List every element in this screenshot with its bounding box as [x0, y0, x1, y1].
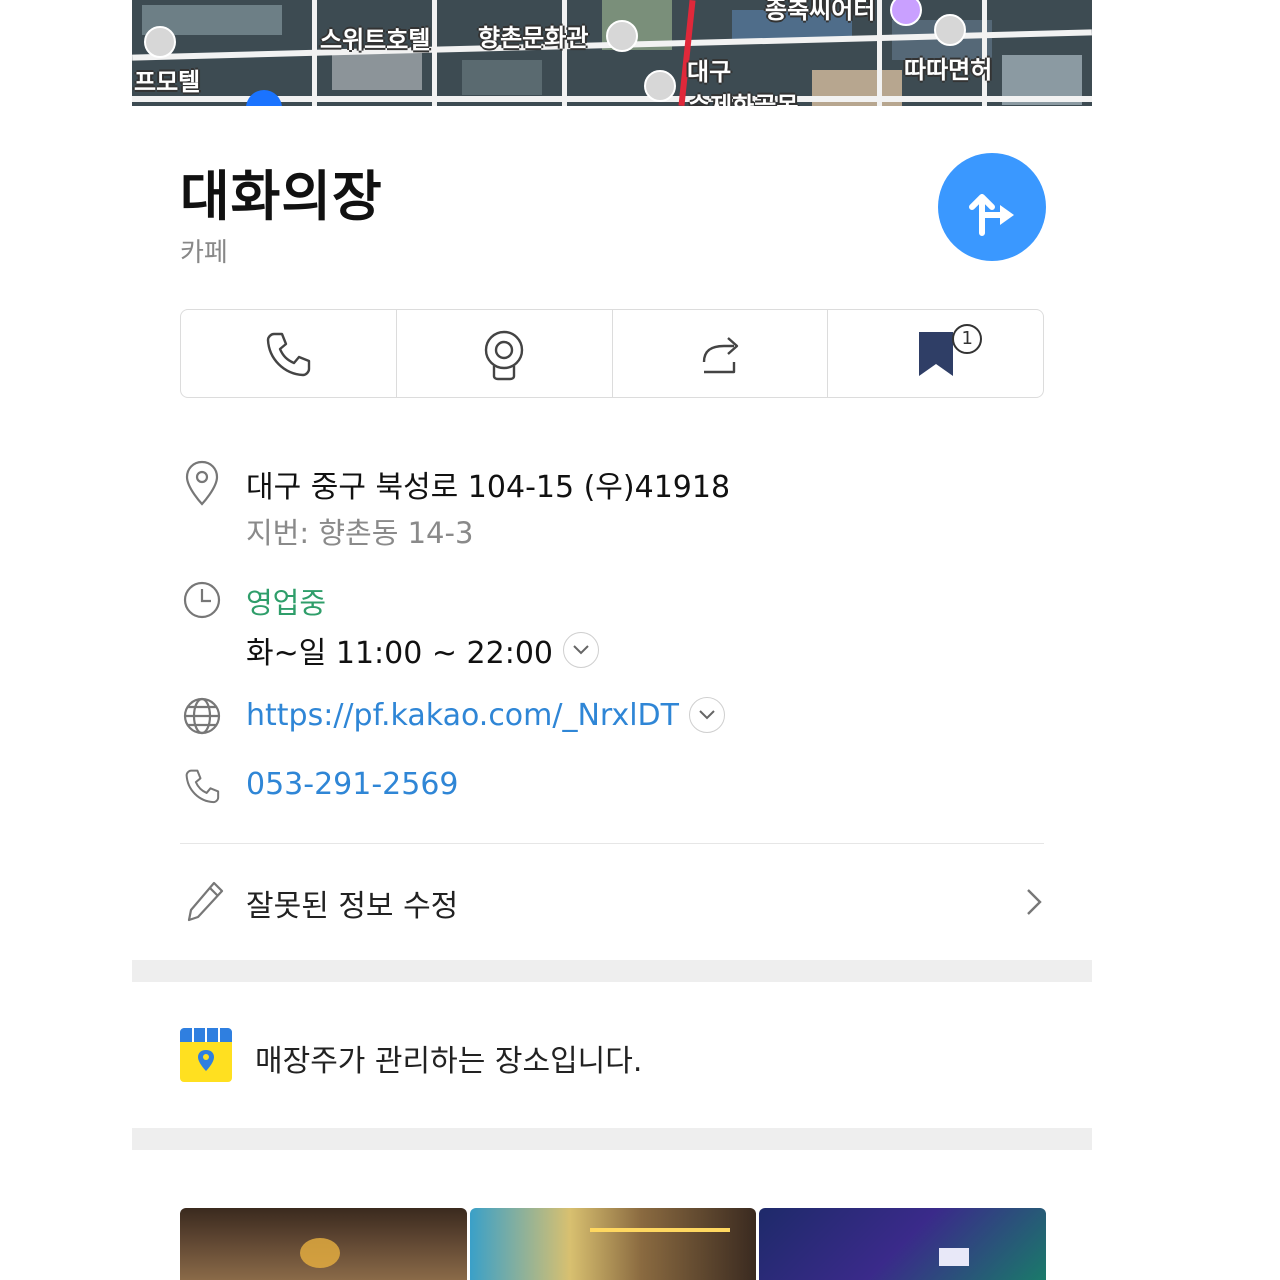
call-button[interactable]: [181, 310, 397, 397]
roadview-icon: [484, 330, 524, 380]
hotel-pin-icon[interactable]: [144, 26, 176, 58]
website-row: https://pf.kakao.com/_NrxlDT: [246, 697, 725, 733]
phone-icon: [185, 769, 220, 804]
section-separator: [132, 960, 1092, 982]
share-icon: [702, 336, 739, 373]
roadview-button[interactable]: [397, 310, 613, 397]
map-label: 대구: [687, 58, 732, 86]
map-label: 수제화골목: [688, 92, 799, 106]
photo-strip: [180, 1208, 1047, 1280]
map-label: 따따면허: [904, 56, 993, 84]
phone-number-link[interactable]: 053-291-2569: [246, 767, 459, 802]
place-panel: 프모텔 스위트호텔 향촌문화관 대구 수제화골목 종축씨어터 따따면허 대화의장…: [132, 0, 1092, 1280]
poi-pin-icon[interactable]: [606, 20, 638, 52]
bookmark-count-badge: 1: [952, 324, 983, 354]
directions-button[interactable]: [938, 153, 1046, 261]
business-hours: 화~일 11:00 ~ 22:00: [246, 628, 599, 672]
hours-expand-button[interactable]: [563, 632, 599, 668]
website-expand-button[interactable]: [688, 697, 725, 733]
website-link[interactable]: https://pf.kakao.com/_NrxlDT: [246, 698, 679, 733]
current-location-icon: [246, 90, 282, 106]
clock-icon: [183, 581, 221, 619]
divider: [180, 843, 1044, 844]
report-wrong-info-label: 잘못된 정보 수정: [246, 889, 459, 924]
business-hours-text: 화~일 11:00 ~ 22:00: [246, 636, 553, 671]
place-category: 카페: [180, 238, 228, 268]
bookmark-button[interactable]: 1: [828, 310, 1043, 397]
directions-icon: [969, 194, 1014, 236]
share-button[interactable]: [613, 310, 829, 397]
map-label: 프모텔: [134, 68, 201, 96]
map-view[interactable]: 프모텔 스위트호텔 향촌문화관 대구 수제화골목 종축씨어터 따따면허: [132, 0, 1092, 106]
chevron-down-icon: [573, 645, 589, 655]
location-pin-icon: [185, 460, 219, 506]
jibun-address-text: 지번: 향촌동 14-3: [246, 516, 474, 550]
pencil-icon: [187, 881, 224, 922]
phone-icon: [267, 332, 311, 376]
action-bar: 1: [180, 309, 1044, 398]
address-text: 대구 중구 북성로 104-15 (우)41918: [246, 470, 731, 505]
chevron-right-icon: [1027, 889, 1042, 915]
flag-pin-icon[interactable]: [644, 70, 676, 102]
place-title: 대화의장: [180, 165, 383, 228]
place-photo[interactable]: [469, 1208, 757, 1280]
edit-pin-icon[interactable]: [934, 14, 966, 46]
place-photo[interactable]: [180, 1208, 467, 1280]
store-owner-icon: [180, 1028, 232, 1082]
open-status: 영업중: [246, 586, 327, 620]
bookmark-icon: [918, 331, 953, 376]
globe-icon: [183, 697, 221, 735]
section-separator: [132, 1128, 1092, 1150]
map-label: 스위트호텔: [320, 26, 431, 54]
place-photo[interactable]: [759, 1208, 1047, 1280]
map-label: 종축씨어터: [765, 0, 876, 24]
owner-managed-notice: 매장주가 관리하는 장소입니다.: [255, 1044, 643, 1079]
chevron-down-icon: [699, 710, 715, 720]
map-label: 향촌문화관: [478, 24, 589, 52]
report-wrong-info-button[interactable]: 잘못된 정보 수정: [180, 865, 1044, 937]
